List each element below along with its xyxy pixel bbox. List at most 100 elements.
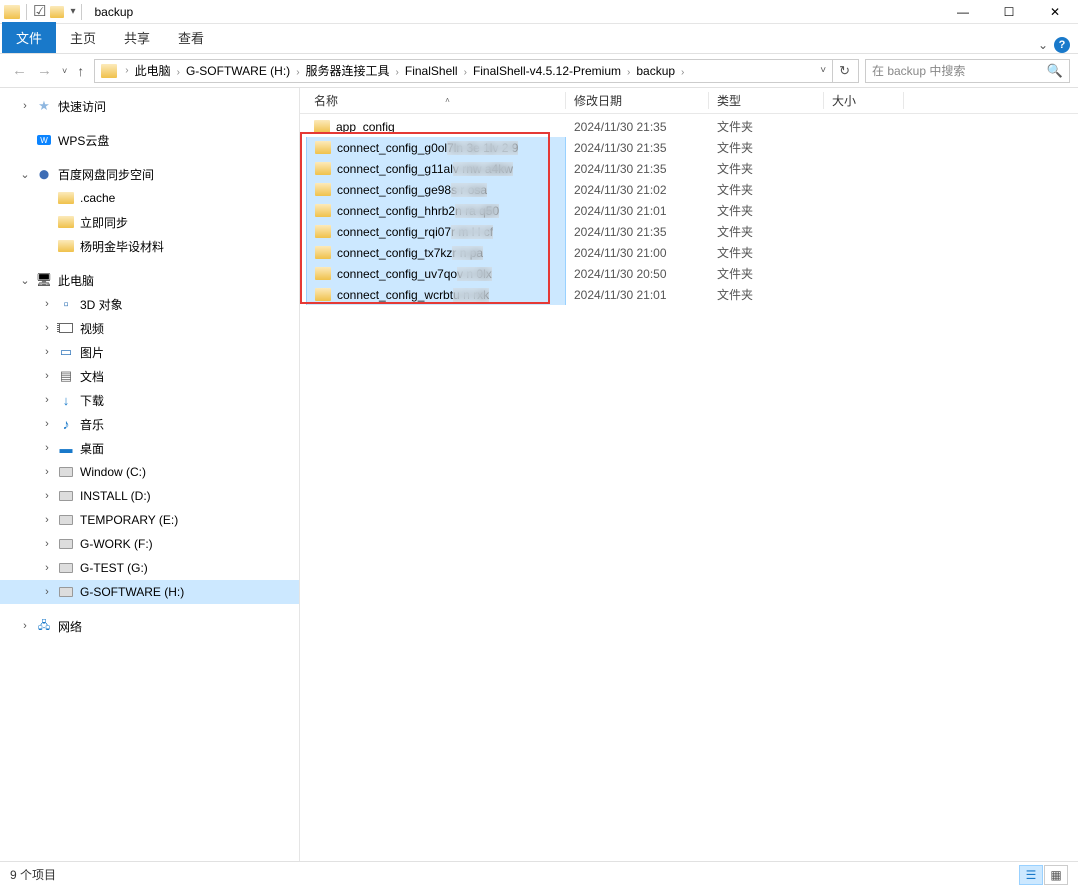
refresh-button[interactable]: ↻ — [832, 60, 856, 82]
sidebar-item-3d-[interactable]: › 3D 对象 — [0, 292, 299, 316]
view-details-button[interactable]: ☰ — [1019, 865, 1043, 885]
sidebar-item-quickaccess[interactable]: › 快速访问 — [0, 94, 299, 118]
forward-button[interactable]: → — [37, 62, 52, 79]
sidebar-item-g-test-g-[interactable]: ›G-TEST (G:) — [0, 556, 299, 580]
sidebar-item-folder[interactable]: ›.cache — [0, 186, 299, 210]
chevron-right-icon[interactable]: › — [42, 370, 52, 382]
chevron-right-icon[interactable]: › — [42, 298, 52, 310]
chevron-right-icon[interactable]: › — [42, 586, 52, 598]
cell-date: 2024/11/30 21:00 — [566, 242, 709, 263]
help-icon[interactable]: ? — [1054, 37, 1070, 53]
sidebar-item-label: 3D 对象 — [80, 296, 123, 313]
sidebar-item--[interactable]: ›下载 — [0, 388, 299, 412]
sidebar-item-g-software-h-[interactable]: ›G-SOFTWARE (H:) — [0, 580, 299, 604]
chevron-down-icon[interactable]: ⌄ — [20, 274, 30, 287]
column-header-size[interactable]: 大小 — [824, 92, 904, 109]
view-icons-button[interactable]: ▦ — [1044, 865, 1068, 885]
sidebar-item--[interactable]: ›音乐 — [0, 412, 299, 436]
status-item-count: 9 个项目 — [10, 866, 56, 883]
network-icon — [36, 618, 52, 634]
search-input[interactable]: 在 backup 中搜索 🔍 — [865, 59, 1070, 83]
sidebar-item-thispc[interactable]: ⌄ 此电脑 — [0, 268, 299, 292]
file-rows[interactable]: app_config2024/11/30 21:35文件夹connect_con… — [300, 114, 1078, 861]
sidebar-item--[interactable]: ›视频 — [0, 316, 299, 340]
qat-open-icon[interactable] — [50, 6, 64, 18]
chevron-right-icon[interactable]: › — [42, 322, 52, 334]
address-history-icon[interactable]: ˅ — [814, 65, 832, 76]
breadcrumb-sep[interactable]: › — [392, 67, 403, 78]
breadcrumb-segment[interactable]: 此电脑 — [133, 64, 173, 78]
file-row[interactable]: connect_config_ge98s r osa2024/11/30 21:… — [300, 179, 1078, 200]
breadcrumb-sep[interactable]: › — [460, 67, 471, 78]
qat-customize-icon[interactable]: ▾ — [70, 7, 75, 17]
chevron-right-icon[interactable]: › — [42, 394, 52, 406]
sidebar-item-window-c-[interactable]: ›Window (C:) — [0, 460, 299, 484]
sidebar-item-network[interactable]: › 网络 — [0, 614, 299, 638]
sidebar-item-g-work-f-[interactable]: ›G-WORK (F:) — [0, 532, 299, 556]
file-row[interactable]: connect_config_wcrbtu n rxk2024/11/30 21… — [300, 284, 1078, 305]
breadcrumb-sep[interactable]: › — [121, 65, 132, 76]
file-row[interactable]: connect_config_uv7qov n 0lx2024/11/30 20… — [300, 263, 1078, 284]
chevron-right-icon[interactable]: › — [20, 100, 30, 112]
chevron-right-icon[interactable]: › — [42, 538, 52, 550]
sidebar-item-temporary-e-[interactable]: ›TEMPORARY (E:) — [0, 508, 299, 532]
tab-view[interactable]: 查看 — [164, 22, 218, 53]
breadcrumb-sep[interactable]: › — [292, 67, 303, 78]
navigation-tree[interactable]: › 快速访问 › W WPS云盘 ⌄ 百度网盘同步空间 ›.cache›立即同步… — [0, 88, 300, 861]
chevron-right-icon[interactable]: › — [42, 514, 52, 526]
qat-properties-icon[interactable]: ☑ — [33, 4, 46, 19]
tab-share[interactable]: 共享 — [110, 22, 164, 53]
sidebar-item--[interactable]: › 图片 — [0, 340, 299, 364]
file-row[interactable]: connect_config_rqi07r m l l cf2024/11/30… — [300, 221, 1078, 242]
column-headers: 名称 ˄ 修改日期 类型 大小 — [300, 88, 1078, 114]
sidebar-item-folder[interactable]: ›立即同步 — [0, 210, 299, 234]
column-header-type[interactable]: 类型 — [709, 92, 824, 109]
sidebar-item-folder[interactable]: ›杨明金毕设材料 — [0, 234, 299, 258]
chevron-right-icon[interactable]: › — [42, 466, 52, 478]
maximize-button[interactable]: ☐ — [986, 0, 1032, 24]
sidebar-item-label: 此电脑 — [58, 272, 94, 289]
minimize-button[interactable]: — — [940, 0, 986, 24]
breadcrumb-segment[interactable]: 服务器连接工具 — [304, 64, 392, 78]
file-name: connect_config_ge98s r osa — [337, 183, 487, 197]
cell-type: 文件夹 — [709, 263, 824, 284]
chevron-right-icon[interactable]: › — [42, 418, 52, 430]
cell-name: app_config — [306, 116, 566, 137]
ribbon-expand-icon[interactable]: ⌄ — [1038, 38, 1048, 52]
column-header-name[interactable]: 名称 ˄ — [306, 92, 566, 109]
chevron-right-icon[interactable]: › — [42, 562, 52, 574]
breadcrumb-segment[interactable]: FinalShell-v4.5.12-Premium — [471, 64, 623, 78]
breadcrumb-segment[interactable]: backup — [634, 64, 677, 78]
column-header-date[interactable]: 修改日期 — [566, 92, 709, 109]
sidebar-item--[interactable]: ›桌面 — [0, 436, 299, 460]
sidebar-item-baidu[interactable]: ⌄ 百度网盘同步空间 — [0, 162, 299, 186]
cell-name: connect_config_wcrbtu n rxk — [306, 284, 566, 305]
sidebar-item-label: 图片 — [80, 344, 104, 361]
breadcrumb-sep[interactable]: › — [623, 67, 634, 78]
address-bar[interactable]: › 此电脑›G-SOFTWARE (H:)›服务器连接工具›FinalShell… — [94, 59, 859, 83]
chevron-right-icon[interactable]: › — [42, 490, 52, 502]
tab-home[interactable]: 主页 — [56, 22, 110, 53]
sidebar-item--[interactable]: ›文档 — [0, 364, 299, 388]
cell-type: 文件夹 — [709, 221, 824, 242]
tab-file[interactable]: 文件 — [2, 22, 56, 53]
chevron-right-icon[interactable]: › — [20, 620, 30, 632]
file-row[interactable]: app_config2024/11/30 21:35文件夹 — [300, 116, 1078, 137]
file-row[interactable]: connect_config_g11alv rnw a4kw2024/11/30… — [300, 158, 1078, 179]
chevron-down-icon[interactable]: ⌄ — [20, 168, 30, 181]
breadcrumb-sep[interactable]: › — [173, 67, 184, 78]
chevron-right-icon[interactable]: › — [42, 442, 52, 454]
breadcrumb-segment[interactable]: G-SOFTWARE (H:) — [184, 64, 292, 78]
back-button[interactable]: ← — [12, 62, 27, 79]
file-row[interactable]: connect_config_g0ol7ln 3e 1lv 2 92024/11… — [300, 137, 1078, 158]
file-row[interactable]: connect_config_hhrb2n ra q502024/11/30 2… — [300, 200, 1078, 221]
file-row[interactable]: connect_config_tx7kzr n pa2024/11/30 21:… — [300, 242, 1078, 263]
chevron-right-icon[interactable]: › — [42, 346, 52, 358]
sidebar-item-wps[interactable]: › W WPS云盘 — [0, 128, 299, 152]
sidebar-item-install-d-[interactable]: ›INSTALL (D:) — [0, 484, 299, 508]
breadcrumb-segment[interactable]: FinalShell — [403, 64, 460, 78]
close-button[interactable]: ✕ — [1032, 0, 1078, 24]
up-button[interactable]: ↑ — [77, 63, 84, 79]
breadcrumb-sep[interactable]: › — [677, 67, 688, 78]
history-dropdown-icon[interactable]: ˅ — [62, 66, 67, 76]
